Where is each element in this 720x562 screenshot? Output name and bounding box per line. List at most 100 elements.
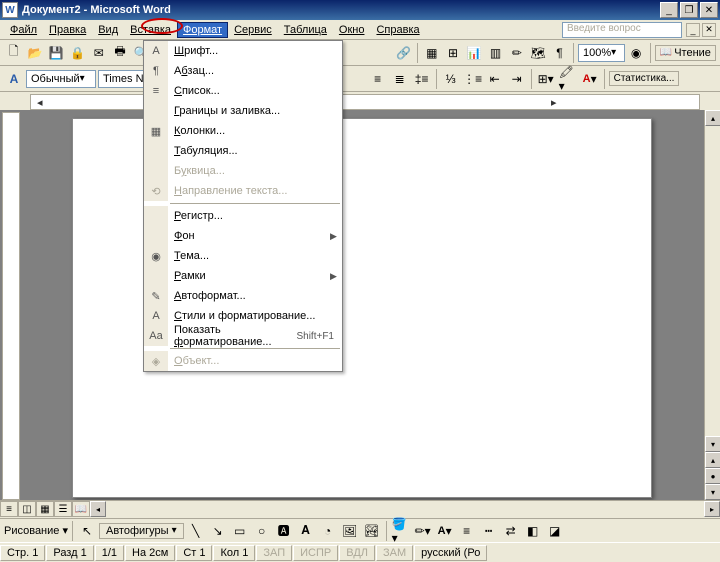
style-select[interactable]: Обычный ▾ <box>26 70 96 88</box>
wordart-icon[interactable]: 𝐀 <box>296 521 316 541</box>
picture-icon[interactable]: 🏞 <box>362 521 382 541</box>
vertical-ruler[interactable] <box>2 112 20 500</box>
textbox-icon[interactable]: 🅰 <box>274 521 294 541</box>
print-icon[interactable]: 🖶 <box>110 43 129 63</box>
next-page-icon[interactable]: ▾ <box>705 484 720 500</box>
clipart-icon[interactable]: 🖼 <box>340 521 360 541</box>
menu-item[interactable]: Границы и заливка... <box>144 101 342 121</box>
docmap-icon[interactable]: 🗺 <box>529 43 548 63</box>
scroll-left-icon[interactable]: ◂ <box>90 501 106 517</box>
menu-item[interactable]: ✎Автоформат... <box>144 286 342 306</box>
menu-insert[interactable]: Вставка <box>124 22 177 38</box>
arrow-style-icon[interactable]: ⇄ <box>501 521 521 541</box>
menu-edit[interactable]: Правка <box>43 22 92 38</box>
fill-color-icon[interactable]: 🪣▾ <box>391 521 411 541</box>
mail-icon[interactable]: ✉ <box>89 43 108 63</box>
menu-item[interactable]: ◉Тема... <box>144 246 342 266</box>
paragraph-icon[interactable]: ¶ <box>550 43 569 63</box>
restore-button[interactable]: ❐ <box>680 2 698 18</box>
line-color-icon[interactable]: ✏▾ <box>413 521 433 541</box>
document-area[interactable] <box>20 110 704 500</box>
menu-item[interactable]: Табуляция... <box>144 141 342 161</box>
status-ovr[interactable]: ЗАМ <box>376 545 413 561</box>
menu-item[interactable]: AШрифт... <box>144 41 342 61</box>
web-view-icon[interactable]: ◫ <box>18 501 36 517</box>
rectangle-icon[interactable]: ▭ <box>230 521 250 541</box>
borders-icon[interactable]: ⊞▾ <box>536 69 556 89</box>
line-spacing-icon[interactable]: ‡≡ <box>412 69 432 89</box>
horizontal-scrollbar[interactable]: ◂ ▸ <box>90 501 720 518</box>
open-icon[interactable]: 📂 <box>25 43 44 63</box>
statistics-button[interactable]: Статистика... <box>609 71 680 86</box>
excel-icon[interactable]: 📊 <box>465 43 484 63</box>
horizontal-ruler[interactable]: ◂▸ <box>30 94 700 110</box>
menu-file[interactable]: Файл <box>4 22 43 38</box>
menu-item[interactable]: Регистр... <box>144 206 342 226</box>
shadow-icon[interactable]: ◧ <box>523 521 543 541</box>
scroll-up-icon[interactable]: ▴ <box>705 110 720 126</box>
align-justify-icon[interactable]: ≣ <box>390 69 410 89</box>
status-lang[interactable]: русский (Ро <box>414 545 487 561</box>
menu-item[interactable]: AСтили и форматирование... <box>144 306 342 326</box>
scroll-track[interactable] <box>705 126 720 436</box>
menu-format[interactable]: Формат <box>177 22 228 38</box>
scroll-track-h[interactable] <box>106 501 704 518</box>
reading-view-icon[interactable]: 📖 <box>72 501 90 517</box>
menu-help[interactable]: Справка <box>370 22 425 38</box>
align-right-icon[interactable]: ≡ <box>368 69 388 89</box>
new-icon[interactable]: 🗋 <box>4 43 23 63</box>
menu-window[interactable]: Окно <box>333 22 371 38</box>
scroll-down-icon[interactable]: ▾ <box>705 436 720 452</box>
minimize-button[interactable]: _ <box>660 2 678 18</box>
outdent-icon[interactable]: ⇤ <box>485 69 505 89</box>
font-color-icon[interactable]: A▾ <box>580 69 600 89</box>
zoom-select[interactable]: 100% ▾ <box>578 44 624 62</box>
menu-item[interactable]: AaПоказать форматирование...Shift+F1 <box>144 326 342 346</box>
columns-icon[interactable]: ▥ <box>486 43 505 63</box>
browse-object-icon[interactable]: ● <box>705 468 720 484</box>
menu-item[interactable]: ≡Список... <box>144 81 342 101</box>
styles-pane-icon[interactable]: A <box>4 69 24 89</box>
save-icon[interactable]: 💾 <box>47 43 66 63</box>
select-objects-icon[interactable]: ↖ <box>77 521 97 541</box>
indent-icon[interactable]: ⇥ <box>507 69 527 89</box>
menu-table[interactable]: Таблица <box>278 22 333 38</box>
status-rec[interactable]: ЗАП <box>256 545 292 561</box>
help-icon[interactable]: ◉ <box>627 43 646 63</box>
dash-style-icon[interactable]: ┅ <box>479 521 499 541</box>
reading-layout-button[interactable]: 📖 Чтение <box>655 45 716 61</box>
mdi-close[interactable]: ✕ <box>702 23 716 37</box>
close-button[interactable]: ✕ <box>700 2 718 18</box>
oval-icon[interactable]: ○ <box>252 521 272 541</box>
line-style-icon[interactable]: ≡ <box>457 521 477 541</box>
numbering-icon[interactable]: ⅓ <box>441 69 461 89</box>
normal-view-icon[interactable]: ≡ <box>0 501 18 517</box>
ask-question-box[interactable]: Введите вопрос <box>562 22 682 38</box>
drawing-icon[interactable]: ✏ <box>507 43 526 63</box>
3d-icon[interactable]: ◪ <box>545 521 565 541</box>
status-trk[interactable]: ИСПР <box>293 545 338 561</box>
tables-icon[interactable]: ▦ <box>422 43 441 63</box>
prev-page-icon[interactable]: ▴ <box>705 452 720 468</box>
bullets-icon[interactable]: ⋮≡ <box>463 69 483 89</box>
autoshapes-menu[interactable]: Автофигуры ▾ <box>99 523 184 539</box>
drawing-menu[interactable]: Рисование ▾ <box>4 524 68 537</box>
diagram-icon[interactable]: ◔ <box>318 521 338 541</box>
menu-item[interactable]: ▦Колонки... <box>144 121 342 141</box>
menu-item[interactable]: Фон▶ <box>144 226 342 246</box>
arrow-icon[interactable]: ↘ <box>208 521 228 541</box>
menu-item[interactable]: Рамки▶ <box>144 266 342 286</box>
outline-view-icon[interactable]: ☰ <box>54 501 72 517</box>
menu-view[interactable]: Вид <box>92 22 124 38</box>
font-color-icon[interactable]: A▾ <box>435 521 455 541</box>
highlight-icon[interactable]: 🖍▾ <box>558 69 578 89</box>
vertical-scrollbar[interactable]: ▴ ▾ ▴ ● ▾ <box>704 110 720 500</box>
status-ext[interactable]: ВДЛ <box>339 545 375 561</box>
permission-icon[interactable]: 🔒 <box>68 43 87 63</box>
scroll-right-icon[interactable]: ▸ <box>704 501 720 517</box>
insert-table-icon[interactable]: ⊞ <box>443 43 462 63</box>
menu-tools[interactable]: Сервис <box>228 22 278 38</box>
menu-item[interactable]: ¶Абзац... <box>144 61 342 81</box>
print-view-icon[interactable]: ▦ <box>36 501 54 517</box>
hyperlink-icon[interactable]: 🔗 <box>394 43 413 63</box>
